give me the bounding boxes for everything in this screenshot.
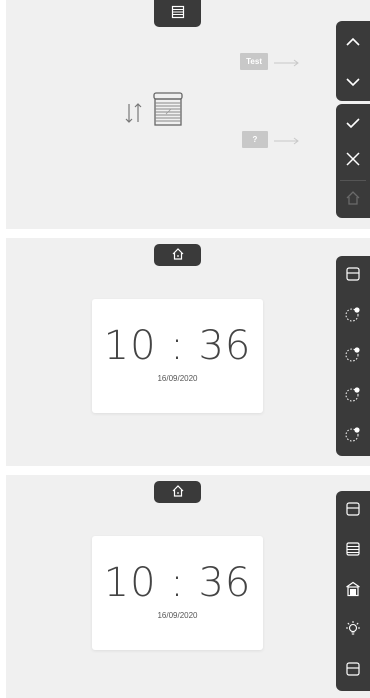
home-icon: [171, 483, 185, 502]
blind-icon: [171, 4, 185, 23]
window-button[interactable]: [336, 491, 370, 531]
panel-tab[interactable]: [154, 0, 201, 27]
chevron-down-icon: [345, 72, 361, 91]
timer-button-1[interactable]: [336, 296, 370, 336]
clock-time: 10 : 36: [103, 560, 252, 606]
confirm-button[interactable]: [336, 104, 370, 142]
timer-icon: [344, 305, 362, 327]
arrow-right-icon: [274, 130, 300, 149]
up-button[interactable]: [336, 21, 370, 61]
window-icon: [345, 661, 361, 681]
device-rail: [336, 491, 370, 691]
up-down-arrows-icon: [124, 102, 144, 128]
blind-pencil-icon: [152, 92, 184, 130]
blind-control-panel: Test ?: [6, 0, 370, 229]
home-icon: [345, 190, 361, 210]
window-button[interactable]: [336, 256, 370, 296]
hint-test: Test: [240, 52, 300, 71]
action-rail: [336, 104, 370, 218]
window-button-2[interactable]: [336, 651, 370, 691]
chevron-up-icon: [345, 32, 361, 51]
clock-panel-timers: 10 : 36 16/09/2020: [6, 238, 370, 466]
garage-button[interactable]: [336, 571, 370, 611]
window-icon: [345, 501, 361, 521]
timer-icon: [344, 345, 362, 367]
light-button[interactable]: [336, 611, 370, 651]
arrow-right-icon: [274, 52, 300, 71]
check-icon: [345, 114, 361, 133]
blind-illustration: [124, 92, 184, 130]
down-button[interactable]: [336, 61, 370, 101]
hint-tag-question: ?: [242, 131, 268, 148]
close-icon: [345, 151, 361, 171]
cancel-button[interactable]: [336, 142, 370, 180]
bulb-icon: [344, 620, 362, 642]
hint-question: ?: [242, 130, 300, 149]
clock-card: 10 : 36 16/09/2020: [92, 536, 263, 650]
clock-panel-devices: 10 : 36 16/09/2020: [6, 475, 370, 698]
timer-icon: [344, 385, 362, 407]
clock-date: 16/09/2020: [157, 374, 198, 383]
timer-button-3[interactable]: [336, 376, 370, 416]
hint-tag-test: Test: [240, 53, 268, 70]
timer-icon: [344, 425, 362, 447]
timer-button-4[interactable]: [336, 416, 370, 456]
garage-icon: [345, 581, 361, 601]
device-rail: [336, 256, 370, 456]
clock-card: 10 : 36 16/09/2020: [92, 299, 263, 413]
home-icon: [171, 246, 185, 265]
direction-rail: [336, 21, 370, 101]
timer-button-2[interactable]: [336, 336, 370, 376]
blind-button[interactable]: [336, 531, 370, 571]
home-button[interactable]: [336, 181, 370, 219]
clock-date: 16/09/2020: [157, 611, 198, 620]
blind-icon: [345, 541, 361, 561]
clock-time: 10 : 36: [103, 323, 252, 369]
home-tab[interactable]: [154, 481, 201, 503]
window-icon: [345, 266, 361, 286]
home-tab[interactable]: [154, 244, 201, 266]
